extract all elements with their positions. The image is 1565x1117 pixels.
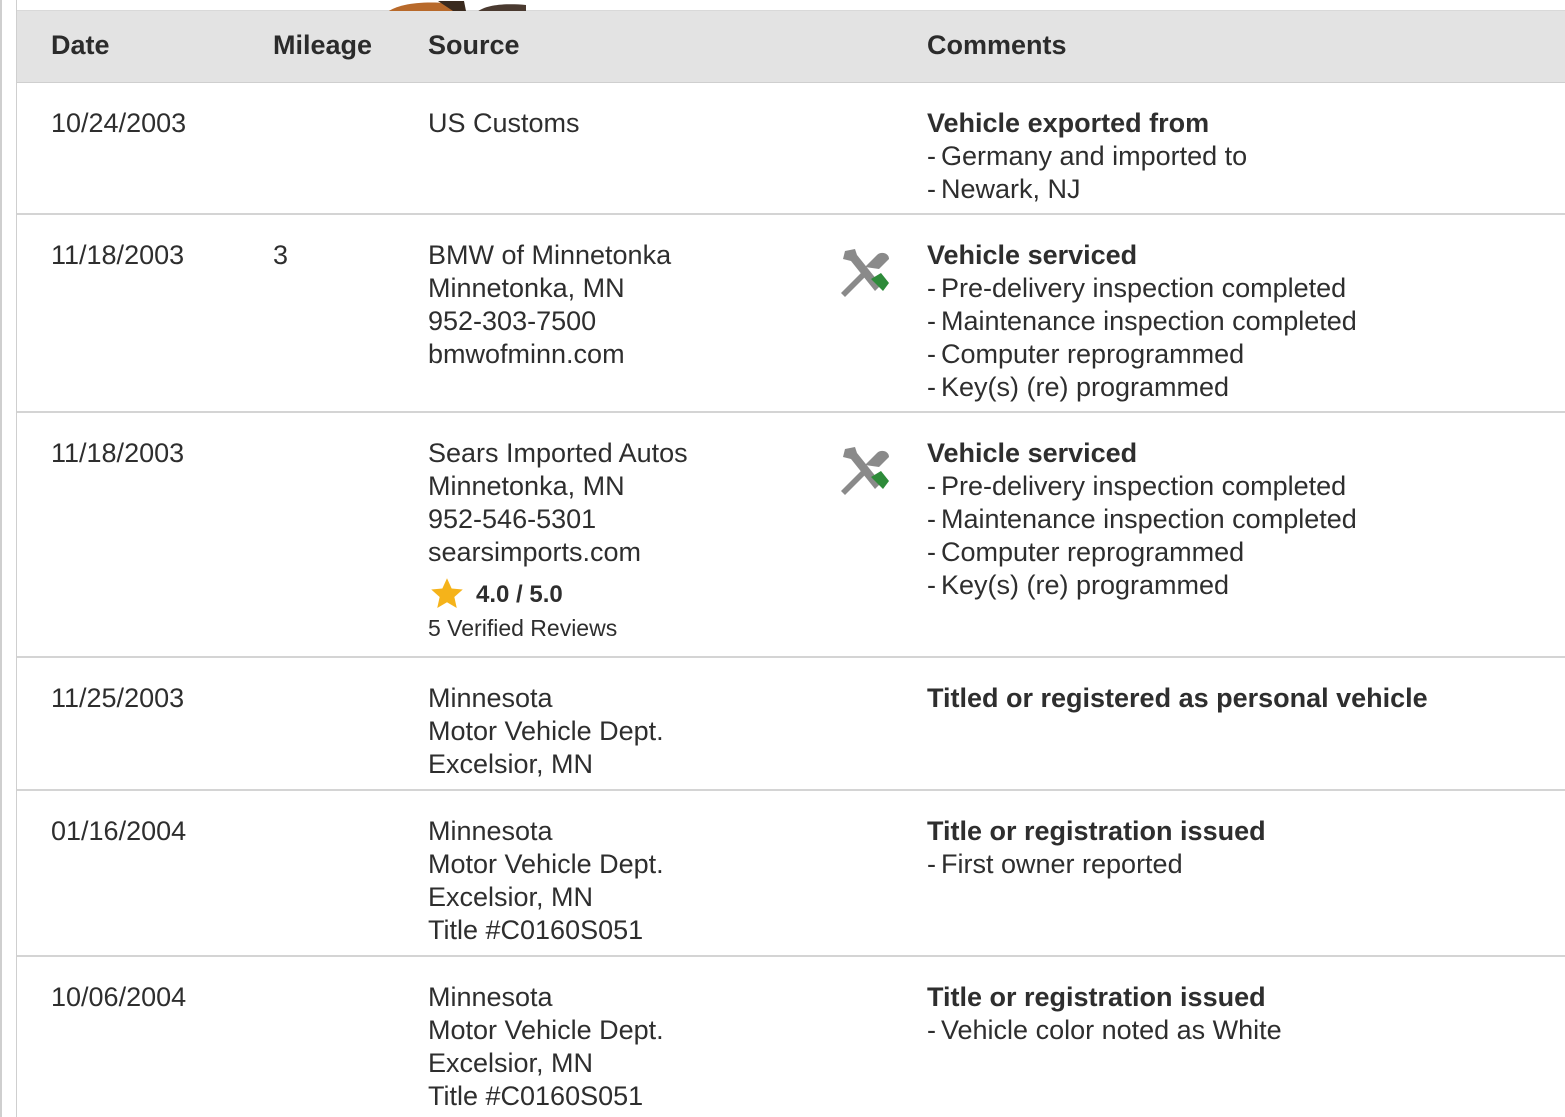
history-table: Date Mileage Source Comments 10/24/2003 …: [17, 11, 1565, 1117]
comment-title: Title or registration issued: [927, 816, 1266, 846]
comment-item: - Germany and imported to: [927, 141, 1248, 171]
row-comments: Title or registration issued - Vehicle co…: [927, 981, 1282, 1047]
comment-item: - Pre-delivery inspection completed: [927, 471, 1347, 501]
table-row: 11/18/2003 Sears Imported Autos Minneton…: [17, 413, 1565, 658]
comment-item: - Maintenance inspection completed: [927, 306, 1357, 336]
star-icon: [431, 578, 463, 608]
comment-item: - First owner reported: [927, 849, 1183, 879]
source-website-link[interactable]: searsimports.com: [428, 536, 688, 569]
source-phone[interactable]: 952-546-5301: [428, 503, 688, 536]
source-name: BMW of Minnetonka: [428, 240, 672, 270]
source-name: Minnesota: [428, 816, 553, 846]
comment-title: Titled or registered as personal vehicle: [927, 683, 1428, 713]
table-row: 11/25/2003 Minnesota Motor Vehicle Dept.…: [17, 658, 1565, 791]
verified-reviews-link[interactable]: 5 Verified Reviews: [428, 613, 688, 643]
source-website-link[interactable]: bmwofminn.com: [428, 338, 671, 371]
service-wrench-screwdriver-icon: [837, 245, 893, 297]
row-comments: Vehicle exported from - Germany and impor…: [927, 107, 1247, 206]
source-name: Minnesota: [428, 982, 553, 1012]
table-row: 10/24/2003 US Customs Vehicle exported f…: [17, 83, 1565, 215]
comment-item: - Key(s) (re) programmed: [927, 570, 1230, 600]
comment-item: - Maintenance inspection completed: [927, 504, 1357, 534]
header-mileage: Mileage: [273, 30, 373, 60]
table-row: 11/18/2003 3 BMW of Minnetonka Minnetonk…: [17, 215, 1565, 413]
source-name: Sears Imported Autos: [428, 438, 688, 468]
row-comments: Title or registration issued - First owne…: [927, 815, 1266, 881]
source-line: US Customs: [428, 108, 580, 138]
top-strip: [17, 0, 1565, 11]
header-comments: Comments: [927, 30, 1067, 60]
table-row: 01/16/2004 Minnesota Motor Vehicle Dept.…: [17, 791, 1565, 957]
header-source: Source: [428, 30, 520, 60]
dealer-rating: 4.0 / 5.0: [428, 577, 688, 611]
source-location: Excelsior, MN: [428, 1048, 594, 1078]
row-comments: Titled or registered as personal vehicle: [927, 682, 1428, 715]
comment-title: Title or registration issued: [927, 982, 1266, 1012]
row-mileage: 3: [273, 240, 289, 270]
row-source: Minnesota Motor Vehicle Dept. Excelsior,…: [428, 682, 664, 781]
source-title-number: Title #C0160S051: [428, 915, 644, 945]
table-row: 10/06/2004 Minnesota Motor Vehicle Dept.…: [17, 957, 1565, 1117]
row-date: 01/16/2004: [51, 816, 187, 846]
source-location: Minnetonka, MN: [428, 471, 625, 501]
source-dept: Motor Vehicle Dept.: [428, 849, 664, 879]
source-title-number: Title #C0160S051: [428, 1081, 644, 1111]
source-location: Excelsior, MN: [428, 749, 594, 779]
source-location: Excelsior, MN: [428, 882, 594, 912]
source-dept: Motor Vehicle Dept.: [428, 716, 664, 746]
comment-item: - Newark, NJ: [927, 174, 1081, 204]
comment-title: Vehicle exported from: [927, 108, 1210, 138]
row-source: US Customs: [428, 107, 580, 140]
rating-score: 4.0 / 5.0: [476, 580, 563, 608]
service-wrench-screwdriver-icon: [837, 443, 893, 495]
source-dept: Motor Vehicle Dept.: [428, 1015, 664, 1045]
comment-title: Vehicle serviced: [927, 438, 1138, 468]
row-source: Minnesota Motor Vehicle Dept. Excelsior,…: [428, 815, 664, 947]
comment-item: - Pre-delivery inspection completed: [927, 273, 1347, 303]
comment-title: Vehicle serviced: [927, 240, 1138, 270]
row-date: 11/25/2003: [51, 683, 185, 713]
row-date: 10/24/2003: [51, 108, 187, 138]
row-source: Sears Imported Autos Minnetonka, MN 952-…: [428, 437, 688, 643]
row-source: BMW of Minnetonka Minnetonka, MN 952-303…: [428, 239, 671, 371]
table-header: Date Mileage Source Comments: [17, 11, 1565, 83]
row-date: 11/18/2003: [51, 240, 185, 270]
header-date: Date: [51, 30, 110, 60]
row-source: Minnesota Motor Vehicle Dept. Excelsior,…: [428, 981, 664, 1113]
row-comments: Vehicle serviced - Pre-delivery inspectio…: [927, 239, 1357, 404]
comment-item: - Vehicle color noted as White: [927, 1015, 1282, 1045]
source-phone[interactable]: 952-303-7500: [428, 305, 671, 338]
comment-item: - Computer reprogrammed: [927, 339, 1245, 369]
source-location: Minnetonka, MN: [428, 273, 625, 303]
row-date: 10/06/2004: [51, 982, 187, 1012]
row-comments: Vehicle serviced - Pre-delivery inspectio…: [927, 437, 1357, 602]
row-date: 11/18/2003: [51, 438, 185, 468]
source-name: Minnesota: [428, 683, 553, 713]
comment-item: - Key(s) (re) programmed: [927, 372, 1230, 402]
comment-item: - Computer reprogrammed: [927, 537, 1245, 567]
